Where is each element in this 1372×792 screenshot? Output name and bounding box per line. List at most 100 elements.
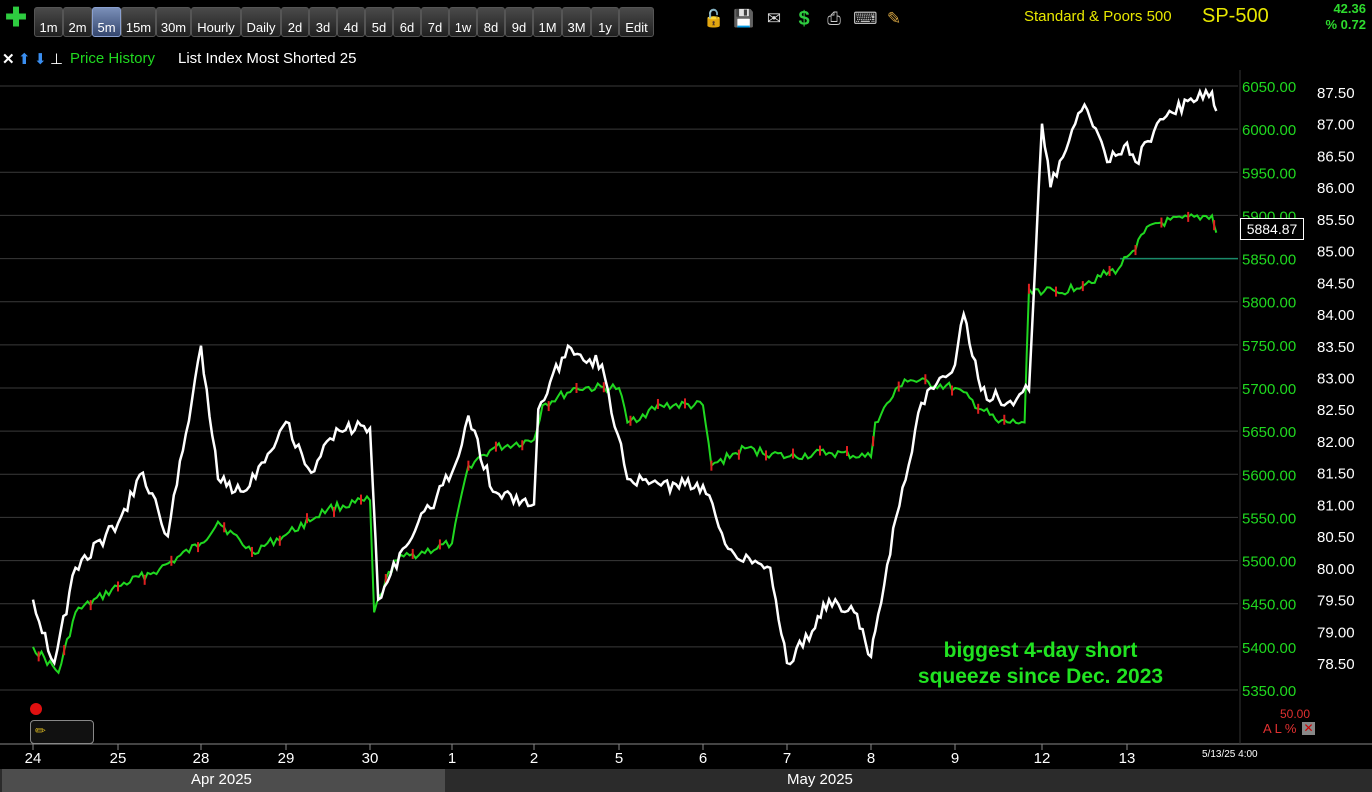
timeframe-2m[interactable]: 2m [63, 7, 92, 37]
date-tick-label: 5 [615, 750, 623, 767]
month-label-apr: Apr 2025 [191, 771, 252, 788]
price-tick-label: 5800.00 [1242, 295, 1296, 312]
date-tick-label: 29 [278, 750, 295, 767]
mail-icon[interactable]: ✉ [763, 8, 785, 30]
date-tick-label: 30 [362, 750, 379, 767]
timeframe-15m[interactable]: 15m [121, 7, 156, 37]
timeframe-1m[interactable]: 1M [533, 7, 562, 37]
timeframe-8d[interactable]: 8d [477, 7, 505, 37]
index-tick-label: 84.50 [1317, 275, 1355, 292]
draw-tool-button[interactable]: ✏ [30, 720, 94, 744]
price-tick-label: 5400.00 [1242, 640, 1296, 657]
timeframe-5m[interactable]: 5m [92, 7, 121, 37]
timeframe-5d[interactable]: 5d [365, 7, 393, 37]
annotation-text: biggest 4-day short squeeze since Dec. 2… [917, 639, 1164, 688]
index-tick-label: 80.50 [1317, 529, 1355, 546]
index-tick-label: 78.50 [1317, 656, 1355, 673]
timeframe-9d[interactable]: 9d [505, 7, 533, 37]
index-tick-label: 80.00 [1317, 561, 1355, 578]
timeframe-6d[interactable]: 6d [393, 7, 421, 37]
timeframe-hourly[interactable]: Hourly [191, 7, 241, 37]
dollar-icon[interactable]: $ [793, 8, 815, 30]
pencil-icon[interactable]: ✎ [883, 8, 905, 30]
timeframe-1w[interactable]: 1w [449, 7, 477, 37]
index-tick-label: 85.00 [1317, 244, 1355, 261]
series-layer [31, 87, 1238, 675]
date-tick-label: 8 [867, 750, 875, 767]
timeframe-30m[interactable]: 30m [156, 7, 191, 37]
keyboard-icon[interactable]: ⌨ [853, 8, 878, 30]
date-tick-label: 2 [530, 750, 538, 767]
timeframe-4d[interactable]: 4d [337, 7, 365, 37]
arrow-down-icon[interactable]: ⬇ [34, 50, 47, 68]
date-tick-label: 24 [25, 750, 42, 767]
index-tick-label: 82.50 [1317, 402, 1355, 419]
date-tick-label: 1 [448, 750, 456, 767]
brush-icon: ✏ [35, 723, 46, 738]
price-tick-label: 5500.00 [1242, 554, 1296, 571]
print-icon[interactable]: ⎙ [823, 8, 845, 30]
date-tick-label: 28 [193, 750, 210, 767]
timeframe-2d[interactable]: 2d [281, 7, 309, 37]
percent-scale-value: 50.00 [1280, 707, 1311, 721]
index-tick-label: 81.50 [1317, 466, 1355, 483]
timeframe-7d[interactable]: 7d [421, 7, 449, 37]
index-tick-label: 84.00 [1317, 307, 1355, 324]
last-price-tag: 5884.87 [1240, 218, 1304, 240]
index-tick-label: 86.00 [1317, 180, 1355, 197]
timeframe-3m[interactable]: 3M [562, 7, 591, 37]
toolbar: ✚ 1m 2m 5m 15m 30m Hourly Daily 2d 3d 4d 5d 6d 7d 1w 8… [0, 0, 1372, 44]
month-label-may: May 2025 [787, 771, 853, 788]
plus-icon[interactable]: ✚ [5, 4, 27, 30]
price-tick-label: 5700.00 [1242, 381, 1296, 398]
scale-close-icon[interactable]: ✕ [1302, 722, 1315, 735]
date-tick-label: 12 [1034, 750, 1051, 767]
index-tick-label: 87.50 [1317, 85, 1355, 102]
alert-dot-icon[interactable] [30, 703, 42, 715]
price-tick-label: 6000.00 [1242, 122, 1296, 139]
price-tick-label: 6050.00 [1242, 79, 1296, 96]
date-tick-label: 13 [1119, 750, 1136, 767]
date-tick-label: 6 [699, 750, 707, 767]
index-tick-label: 79.00 [1317, 624, 1355, 641]
symbol-ticker[interactable]: SP-500 [1202, 5, 1269, 28]
timeframe-daily[interactable]: Daily [241, 7, 281, 37]
scale-mode-label[interactable]: A L % [1263, 721, 1296, 736]
price-tick-label: 5550.00 [1242, 510, 1296, 527]
price-tick-label: 5600.00 [1242, 467, 1296, 484]
timeframe-edit[interactable]: Edit [619, 7, 654, 37]
price-tick-label: 5950.00 [1242, 165, 1296, 182]
timeframe-1m[interactable]: 1m [34, 7, 63, 37]
price-change: 42.36 [1333, 1, 1366, 16]
date-tick-label: 7 [783, 750, 791, 767]
timeframe-3d[interactable]: 3d [309, 7, 337, 37]
series-most-shorted [31, 87, 1218, 667]
index-tick-label: 83.50 [1317, 339, 1355, 356]
arrow-up-icon[interactable]: ⬆ [18, 50, 31, 68]
price-tick-label: 5850.00 [1242, 252, 1296, 269]
index-tick-label: 87.00 [1317, 117, 1355, 134]
percent-change: % 0.72 [1325, 17, 1366, 32]
index-tick-label: 83.00 [1317, 371, 1355, 388]
price-tick-label: 5750.00 [1242, 338, 1296, 355]
index-tick-label: 81.00 [1317, 497, 1355, 514]
save-icon[interactable]: 💾 [733, 8, 755, 30]
index-tick-label: 85.50 [1317, 212, 1355, 229]
index-tick-label: 82.00 [1317, 434, 1355, 451]
symbol-name: Standard & Poors 500 [1024, 8, 1172, 25]
timeframe-1y[interactable]: 1y [591, 7, 619, 37]
price-tick-label: 5650.00 [1242, 424, 1296, 441]
date-tick-label: 9 [951, 750, 959, 767]
pin-icon[interactable]: ⊥ [50, 50, 63, 68]
last-timestamp: 5/13/25 4:00 [1202, 749, 1258, 760]
price-tick-label: 5350.00 [1242, 683, 1296, 700]
legend-most-shorted[interactable]: List Index Most Shorted 25 [178, 50, 356, 67]
price-axis: 6050.006000.005950.005900.005850.005800.… [1242, 79, 1296, 700]
lock-icon[interactable]: 🔓 [703, 8, 725, 30]
close-icon[interactable]: ✕ [2, 50, 15, 68]
legend-price-history[interactable]: Price History [70, 50, 155, 67]
date-tick-label: 25 [110, 750, 127, 767]
price-tick-label: 5450.00 [1242, 597, 1296, 614]
index-tick-label: 86.50 [1317, 148, 1355, 165]
index-axis: 87.50 87.00 86.50 86.00 85.50 85.00 84.50 84.00… [1317, 85, 1355, 673]
